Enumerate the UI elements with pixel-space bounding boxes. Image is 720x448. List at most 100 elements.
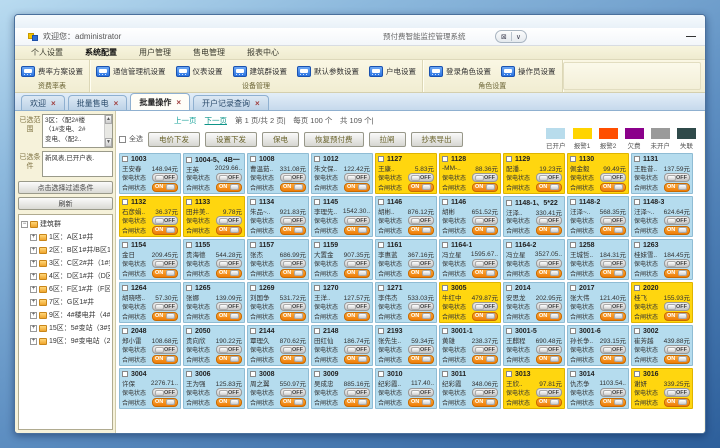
meter-card[interactable]: 3008 周之翼 550.97元 保电状态 xyxy=(247,368,309,409)
card-checkbox[interactable] xyxy=(378,371,384,377)
switch-status-toggle[interactable]: ON xyxy=(472,183,498,192)
protect-status-toggle[interactable]: OFF xyxy=(408,173,434,182)
card-checkbox[interactable] xyxy=(314,371,320,377)
meter-card[interactable]: 2050 贵向欣 190.22元 保电状态 xyxy=(183,325,245,366)
meter-card[interactable]: 1132 石彦娟.. 36.37元 保电状态 xyxy=(119,196,181,237)
meter-card[interactable]: 3011 纪彩霞 348.06元 保电状态 xyxy=(439,368,501,409)
protect-status-toggle[interactable]: OFF xyxy=(216,302,242,311)
meter-card[interactable]: 3004 许保 2276.71.. 保电状态 xyxy=(119,368,181,409)
protect-status-toggle[interactable]: OFF xyxy=(600,302,626,311)
meter-card[interactable]: 3005 牛红中 479.87元 保电状态 xyxy=(439,282,501,323)
meter-card[interactable]: 3001-6 孙长争.. 293.15元 保电状态 xyxy=(567,325,629,366)
protect-status-toggle[interactable]: OFF xyxy=(408,216,434,225)
protect-status-toggle[interactable]: OFF xyxy=(344,216,370,225)
switch-status-toggle[interactable]: ON xyxy=(280,269,306,278)
switch-status-toggle[interactable]: ON xyxy=(600,398,626,407)
protect-status-toggle[interactable]: OFF xyxy=(472,388,498,397)
card-checkbox[interactable] xyxy=(442,199,448,205)
meter-card[interactable]: 1263 桂妹雪.. 184.45元 保电状态 xyxy=(631,239,693,280)
switch-status-toggle[interactable]: ON xyxy=(664,398,690,407)
protect-status-toggle[interactable]: OFF xyxy=(280,388,306,397)
ribbon-button[interactable]: 费率方案设置 xyxy=(21,66,83,77)
tree-item[interactable]: + 19区：9#变电站（2#.. xyxy=(21,335,110,348)
meter-card[interactable]: 1148-1、5*22 汪泽.. 330.41元 保电状态 xyxy=(503,196,565,237)
protect-status-toggle[interactable]: OFF xyxy=(280,259,306,268)
meter-card[interactable]: 2020 桂飞 155.93元 保电状态 xyxy=(631,282,693,323)
meter-card[interactable]: 1012 朱文保.. 122.42元 保电状态 xyxy=(311,153,373,194)
card-checkbox[interactable] xyxy=(634,371,640,377)
switch-status-toggle[interactable]: ON xyxy=(472,226,498,235)
meter-card[interactable]: 1148-2 汪泽~.. 568.35元 保电状态 xyxy=(567,196,629,237)
meter-card[interactable]: 1269 刘国争 531.72元 保电状态 xyxy=(247,282,309,323)
menu-item[interactable]: 个人设置 xyxy=(31,47,63,58)
protect-status-toggle[interactable]: OFF xyxy=(536,345,562,354)
card-checkbox[interactable] xyxy=(122,328,128,334)
protect-status-toggle[interactable]: OFF xyxy=(216,345,242,354)
expand-icon[interactable]: + xyxy=(30,338,37,345)
protect-status-toggle[interactable]: OFF xyxy=(472,302,498,311)
meter-card[interactable]: 1145 李理先.. 1542.30.. 保电状态 xyxy=(311,196,373,237)
switch-status-toggle[interactable]: ON xyxy=(344,398,370,407)
toolbar-button[interactable]: 保电 xyxy=(262,132,299,147)
switch-status-toggle[interactable]: ON xyxy=(152,355,178,364)
switch-status-toggle[interactable]: ON xyxy=(216,398,242,407)
next-page-link[interactable]: 下一页 xyxy=(205,115,228,126)
card-checkbox[interactable] xyxy=(570,199,576,205)
switch-status-toggle[interactable]: ON xyxy=(152,269,178,278)
switch-status-toggle[interactable]: ON xyxy=(344,226,370,235)
switch-status-toggle[interactable]: ON xyxy=(472,269,498,278)
switch-status-toggle[interactable]: ON xyxy=(280,398,306,407)
switch-status-toggle[interactable]: ON xyxy=(408,398,434,407)
protect-status-toggle[interactable]: OFF xyxy=(536,259,562,268)
card-checkbox[interactable] xyxy=(122,285,128,291)
protect-status-toggle[interactable]: OFF xyxy=(344,388,370,397)
meter-card[interactable]: 3014 仇杰争 1103.54.. 保电状态 xyxy=(567,368,629,409)
filter-button[interactable]: 点击选择过滤条件 xyxy=(18,181,113,194)
meter-card[interactable]: 1157 张杰 686.99元 保电状态 xyxy=(247,239,309,280)
card-checkbox[interactable] xyxy=(314,242,320,248)
protect-status-toggle[interactable]: OFF xyxy=(664,345,690,354)
switch-status-toggle[interactable]: ON xyxy=(408,269,434,278)
chevron-down-icon[interactable]: ∨ xyxy=(516,33,521,41)
meter-card[interactable]: 1154 金日 209.45元 保电状态 xyxy=(119,239,181,280)
switch-status-toggle[interactable]: ON xyxy=(536,226,562,235)
card-checkbox[interactable] xyxy=(506,156,512,162)
protect-status-toggle[interactable]: OFF xyxy=(472,173,498,182)
protect-status-toggle[interactable]: OFF xyxy=(152,173,178,182)
meter-card[interactable]: 2148 田红仙 186.74元 保电状态 xyxy=(311,325,373,366)
protect-status-toggle[interactable]: OFF xyxy=(344,302,370,311)
ribbon-button[interactable]: 操作员设置 xyxy=(501,66,556,77)
meter-card[interactable]: 3002 崔芳越 439.88元 保电状态 xyxy=(631,325,693,366)
card-checkbox[interactable] xyxy=(250,199,256,205)
collapse-icon[interactable]: − xyxy=(21,221,28,228)
toolbar-button[interactable]: 设置下发 xyxy=(205,132,257,147)
card-checkbox[interactable] xyxy=(506,328,512,334)
ribbon-button[interactable]: 仪表设置 xyxy=(176,66,223,77)
card-checkbox[interactable] xyxy=(186,371,192,377)
switch-status-toggle[interactable]: ON xyxy=(536,312,562,321)
protect-status-toggle[interactable]: OFF xyxy=(408,345,434,354)
toolbar-button[interactable]: 恢复预付费 xyxy=(304,132,364,147)
meter-card[interactable]: 1134 朱品~.. 921.83元 保电状态 xyxy=(247,196,309,237)
meter-card[interactable]: 1164-2 冯立星 3527.05.. 保电状态 xyxy=(503,239,565,280)
card-checkbox[interactable] xyxy=(314,328,320,334)
meter-card[interactable]: 1131 王胜昔.. 137.59元 保电状态 xyxy=(631,153,693,194)
protect-status-toggle[interactable]: OFF xyxy=(664,388,690,397)
meter-card[interactable]: 1146 胡彬 651.52元 保电状态 xyxy=(439,196,501,237)
card-checkbox[interactable] xyxy=(442,156,448,162)
switch-status-toggle[interactable]: ON xyxy=(408,312,434,321)
expand-icon[interactable]: + xyxy=(30,247,37,254)
protect-status-toggle[interactable]: OFF xyxy=(600,388,626,397)
meter-card[interactable]: 1130 佩金毅 99.49元 保电状态 xyxy=(567,153,629,194)
switch-status-toggle[interactable]: ON xyxy=(664,269,690,278)
meter-card[interactable]: 2144 覃理久 870.62元 保电状态 xyxy=(247,325,309,366)
switch-status-toggle[interactable]: ON xyxy=(152,398,178,407)
tree-item[interactable]: + 7区：G区1#井 xyxy=(21,296,110,309)
switch-status-toggle[interactable]: ON xyxy=(216,269,242,278)
card-checkbox[interactable] xyxy=(570,156,576,162)
menu-item[interactable]: 系统配置 xyxy=(85,47,117,58)
document-tab[interactable]: 批量售电 × xyxy=(68,95,128,110)
card-checkbox[interactable] xyxy=(570,242,576,248)
switch-status-toggle[interactable]: ON xyxy=(408,183,434,192)
meter-card[interactable]: 1258 王城哲.. 184.31元 保电状态 xyxy=(567,239,629,280)
